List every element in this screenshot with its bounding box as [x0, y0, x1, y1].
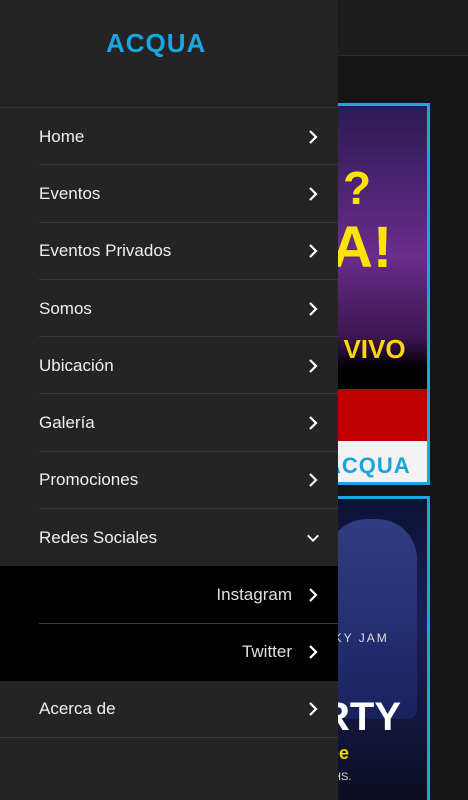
acqua-logo[interactable]: ACQUA: [106, 28, 236, 58]
app-screen: ? A! I VIVO O ACQUA CKY JAM RTY ee 0HS. …: [0, 0, 468, 800]
chevron-right-icon: [309, 473, 318, 488]
navigation-drawer: ACQUA Home Eventos Eventos Privados Somo…: [0, 0, 338, 800]
menu-item-label: Eventos Privados: [39, 241, 172, 261]
menu-item-promociones[interactable]: Promociones: [0, 452, 338, 510]
menu-item-label: Somos: [39, 298, 92, 318]
chevron-right-icon: [309, 645, 318, 660]
menu-item-somos[interactable]: Somos: [0, 280, 338, 338]
menu-item-label: Galería: [39, 413, 95, 433]
submenu-item-label: Instagram: [216, 585, 292, 605]
banner-text: I VIVO: [329, 334, 406, 364]
banner-artist-image: [327, 519, 417, 719]
chevron-right-icon: [309, 301, 318, 316]
menu-item-label: Redes Sociales: [39, 527, 158, 547]
menu-item-label: Ubicación: [39, 355, 114, 375]
chevron-down-icon: [307, 534, 319, 542]
menu-item-label: Promociones: [39, 470, 139, 490]
menu-item-home[interactable]: Home: [0, 108, 338, 166]
submenu-item-instagram[interactable]: Instagram: [0, 566, 338, 624]
redes-sociales-submenu: Instagram Twitter: [0, 566, 338, 681]
menu-item-label: Eventos: [39, 183, 101, 203]
menu-item-eventos-privados[interactable]: Eventos Privados: [0, 223, 338, 280]
chevron-right-icon: [309, 359, 318, 373]
chevron-right-icon: [309, 416, 318, 430]
chevron-right-icon: [309, 129, 318, 144]
banner-text: A!: [331, 215, 393, 280]
chevron-right-icon: [309, 702, 318, 716]
menu-item-galeria[interactable]: Galería: [0, 394, 338, 452]
menu-item-label: Home: [39, 126, 85, 146]
drawer-header: ACQUA: [0, 0, 338, 108]
submenu-item-twitter[interactable]: Twitter: [0, 624, 338, 681]
drawer-menu: Home Eventos Eventos Privados Somos Ubic: [0, 108, 338, 739]
menu-item-ubicacion[interactable]: Ubicación: [0, 337, 338, 395]
banner-text: ?: [343, 162, 372, 214]
chevron-right-icon: [309, 244, 318, 259]
logo-text: ACQUA: [106, 28, 207, 58]
menu-item-acerca-de[interactable]: Acerca de: [0, 681, 338, 739]
menu-item-label: Acerca de: [39, 699, 116, 719]
chevron-right-icon: [309, 588, 318, 602]
submenu-item-label: Twitter: [241, 642, 292, 662]
menu-item-redes-sociales[interactable]: Redes Sociales: [0, 509, 338, 566]
chevron-right-icon: [309, 187, 318, 201]
menu-item-eventos[interactable]: Eventos: [0, 165, 338, 223]
